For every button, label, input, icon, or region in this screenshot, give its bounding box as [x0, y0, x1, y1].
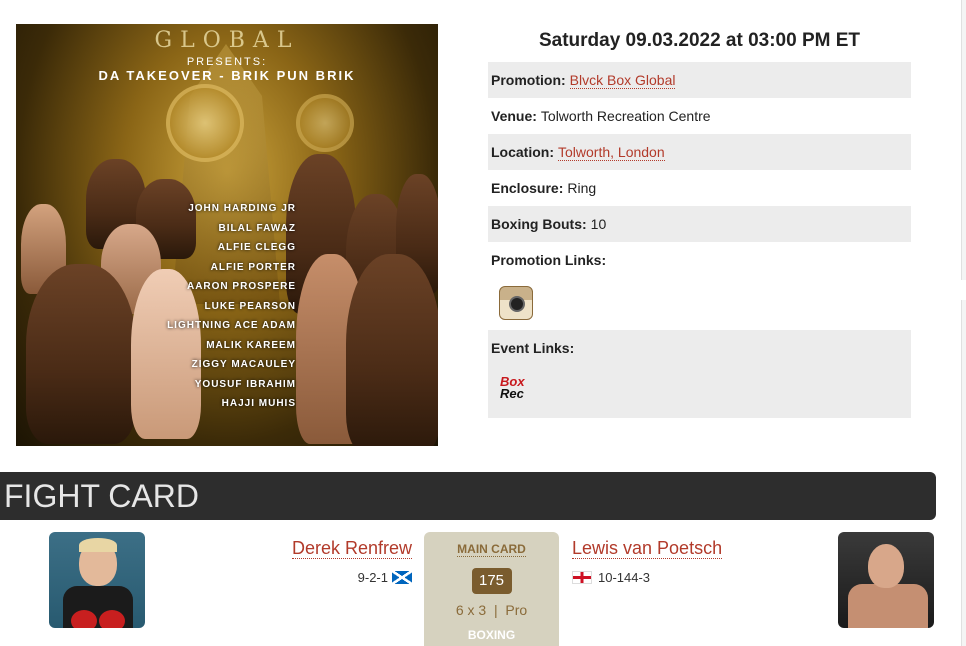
- bout-category[interactable]: MAIN CARD: [457, 542, 526, 557]
- promotion-links-label: Promotion Links:: [491, 252, 607, 268]
- sidebar-edge: [961, 0, 966, 280]
- poster-fighter-image: [346, 254, 438, 446]
- poster-fighter-name: YOUSUF IBRAHIM: [194, 378, 296, 390]
- poster-fighter-name: MALIK KAREEM: [206, 339, 296, 351]
- event-datetime: Saturday 09.03.2022 at 03:00 PM ET: [538, 30, 861, 51]
- poster-fighter-name: JOHN HARDING JR: [188, 203, 296, 214]
- venue-value: Tolworth Recreation Centre: [540, 108, 711, 124]
- poster-fighter-name: BILAL FAWAZ: [218, 222, 296, 234]
- location-label: Location:: [491, 144, 554, 160]
- left-fighter-link[interactable]: Derek Renfrew: [291, 538, 412, 559]
- boxing-glove-icon: [71, 610, 97, 628]
- poster-clock-graphic: [166, 84, 244, 162]
- right-fighter-record: 10-144-3: [598, 570, 651, 585]
- enclosure-label: Enclosure:: [491, 180, 564, 196]
- poster-fighter-name: ALFIE PORTER: [210, 261, 296, 273]
- scotland-flag-icon: [392, 571, 412, 584]
- boxrec-logo-text: Rec: [500, 386, 524, 401]
- left-fighter-record: 9-2-1: [357, 570, 388, 585]
- poster-fighter-name: ALFIE CLEGG: [217, 242, 296, 253]
- right-fighter-avatar[interactable]: [838, 532, 934, 628]
- left-fighter-avatar[interactable]: [49, 532, 145, 628]
- poster-fighter-image: [26, 264, 136, 444]
- weight-class-badge: 175: [471, 568, 512, 594]
- poster-event-title: DA TAKEOVER - BRIK PUN BRIK: [98, 68, 356, 83]
- poster-fighter-name: LIGHTNING ACE ADAM: [167, 320, 296, 331]
- fight-card-header: FIGHT CARD: [0, 472, 936, 520]
- avatar-hair: [79, 538, 117, 552]
- enclosure-value: Ring: [567, 180, 597, 196]
- boxing-bouts-value: 10: [590, 216, 607, 232]
- boxrec-link-icon[interactable]: Box Rec: [500, 375, 525, 401]
- fight-card-title: FIGHT CARD: [4, 478, 199, 514]
- sidebar-edge: [961, 300, 966, 646]
- poster-fighter-name: HAJJI MUHIS: [221, 398, 296, 409]
- boxing-glove-icon: [99, 610, 125, 628]
- boxing-bouts-row: Boxing Bouts: 10: [488, 206, 911, 242]
- instagram-icon[interactable]: [499, 286, 533, 320]
- england-flag-icon: [572, 571, 592, 584]
- location-row: Location: Tolworth, London: [488, 134, 911, 170]
- left-fighter-name[interactable]: Derek Renfrew: [230, 538, 412, 559]
- promotion-row: Promotion: Blvck Box Global: [488, 62, 911, 98]
- promotion-label: Promotion:: [491, 72, 566, 88]
- venue-row: Venue: Tolworth Recreation Centre: [488, 98, 911, 134]
- bout-info-box: MAIN CARD 175 6 x 3 | Pro BOXING: [424, 532, 559, 646]
- poster-fighter-name: LUKE PEARSON: [204, 300, 296, 312]
- promotion-link[interactable]: Blvck Box Global: [569, 72, 676, 89]
- poster-presents: PRESENTS:: [186, 56, 268, 68]
- promotion-links-row: Promotion Links:: [488, 242, 911, 278]
- poster-fighter-names: JOHN HARDING JR BILAL FAWAZ ALFIE CLEGG …: [166, 199, 296, 414]
- right-fighter-name[interactable]: Lewis van Poetsch: [572, 538, 772, 559]
- event-poster: GLOBAL PRESENTS: DA TAKEOVER - BRIK PUN …: [16, 24, 438, 446]
- poster-fighter-name: ZIGGY MACAULEY: [191, 359, 296, 370]
- bout-sport: BOXING: [467, 628, 516, 642]
- boxing-bouts-label: Boxing Bouts:: [491, 216, 587, 232]
- camera-lens-icon: [509, 296, 525, 312]
- event-links-section: Event Links: Box Rec: [488, 330, 911, 418]
- right-fighter-link[interactable]: Lewis van Poetsch: [572, 538, 723, 559]
- location-link[interactable]: Tolworth, London: [558, 144, 665, 161]
- event-details: Promotion: Blvck Box Global Venue: Tolwo…: [488, 62, 911, 278]
- enclosure-row: Enclosure: Ring: [488, 170, 911, 206]
- poster-fighter-name: AARON PROSPERE: [186, 281, 296, 292]
- venue-label: Venue:: [491, 108, 537, 124]
- event-links-label: Event Links:: [491, 340, 575, 356]
- poster-brand: GLOBAL: [154, 28, 300, 53]
- right-fighter-record-row: 10-144-3: [572, 570, 712, 585]
- poster-clock-graphic: [296, 94, 354, 152]
- avatar-torso: [848, 584, 928, 628]
- avatar-head: [868, 544, 904, 588]
- bout-rounds: 6 x 3 | Pro: [455, 602, 528, 618]
- left-fighter-record-row: 9-2-1: [300, 570, 412, 585]
